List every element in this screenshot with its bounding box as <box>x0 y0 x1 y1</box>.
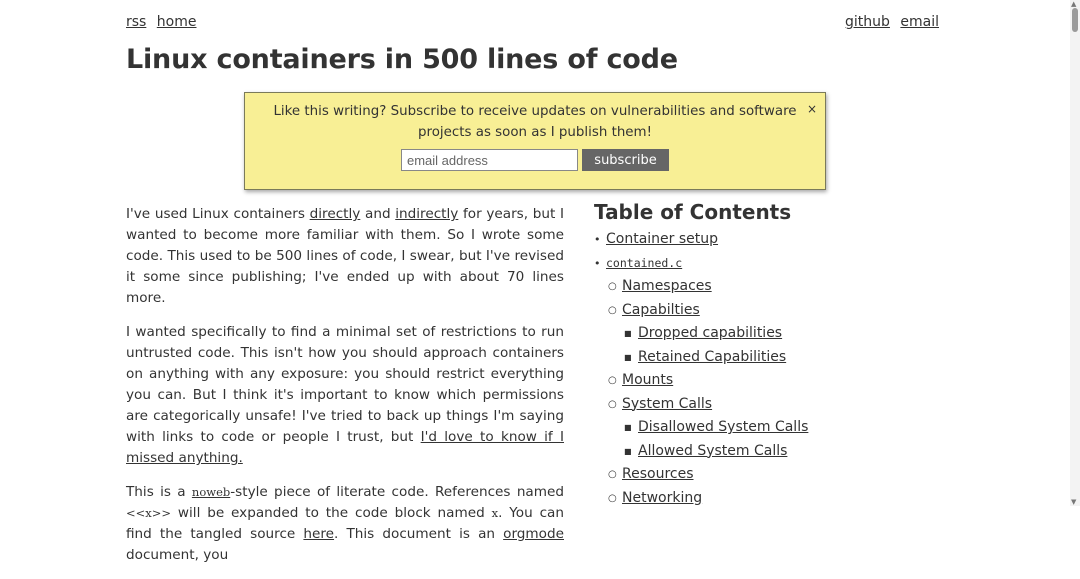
bullet-icon: ■ <box>624 423 632 432</box>
bullet-icon: ○ <box>608 281 617 292</box>
text: I've used Linux containers <box>126 206 310 222</box>
toc-item: ■ Retained Capabilities <box>594 346 934 370</box>
email-link[interactable]: email <box>900 14 939 30</box>
top-nav-right: github email <box>839 14 939 30</box>
bullet-icon: ○ <box>608 375 617 386</box>
scrollbar-thumb[interactable] <box>1072 8 1078 32</box>
bullet-icon: ■ <box>624 352 632 362</box>
table-of-contents: Table of Contents • Container setup • conta… <box>594 200 934 510</box>
home-link[interactable]: home <box>157 14 197 30</box>
bullet-icon: • <box>594 233 601 246</box>
close-icon[interactable]: × <box>807 99 817 120</box>
bullet-icon: • <box>594 256 601 270</box>
toc-item: • Container setup <box>594 228 934 252</box>
toc-link[interactable]: Disallowed System Calls <box>638 419 808 435</box>
bullet-icon: ○ <box>608 398 617 410</box>
bullet-icon: ■ <box>624 329 632 338</box>
text: -style piece of literate code. Reference… <box>230 484 564 500</box>
directly-link[interactable]: directly <box>310 206 361 222</box>
scroll-down-icon[interactable]: ▼ <box>1071 498 1076 506</box>
toc-item: ■ Disallowed System Calls <box>594 416 934 440</box>
here-link[interactable]: here <box>303 526 334 542</box>
top-nav: rss home github email <box>126 14 939 36</box>
paragraph-literate: This is a noweb-style piece of literate … <box>126 482 564 566</box>
toc-link[interactable]: Namespaces <box>622 278 712 294</box>
text: I wanted specifically to find a minimal … <box>126 324 564 445</box>
text: will be expanded to the code block named <box>171 505 492 521</box>
toc-link[interactable]: Mounts <box>622 372 673 388</box>
toc-item: ○ System Calls <box>594 393 934 417</box>
orgmode-link[interactable]: orgmode <box>503 526 564 542</box>
toc-item: ○ Resources <box>594 463 934 487</box>
toc-link[interactable]: Capabilties <box>622 302 700 318</box>
toc-link[interactable]: System Calls <box>622 396 712 412</box>
text: document, you <box>126 547 229 563</box>
toc-item: ○ Capabilties <box>594 299 934 323</box>
toc-link[interactable]: Networking <box>622 490 702 506</box>
bullet-icon: ○ <box>608 469 617 480</box>
toc-list: • Container setup • contained.c ○ Namespaces ○… <box>594 228 934 510</box>
indirectly-link[interactable]: indirectly <box>395 206 458 222</box>
rss-link[interactable]: rss <box>126 14 146 30</box>
scrollbar[interactable]: ▲ ▼ <box>1070 0 1080 506</box>
toc-link-label: contained.c <box>606 255 683 270</box>
toc-link[interactable]: Allowed System Calls <box>638 443 787 459</box>
text: . This document is an <box>334 526 504 542</box>
toc-heading: Table of Contents <box>594 200 792 224</box>
noweb-link[interactable]: noweb <box>192 485 230 499</box>
toc-link[interactable]: Retained Capabilities <box>638 349 786 365</box>
bullet-icon: ○ <box>608 304 617 316</box>
bullet-icon: ○ <box>608 492 617 504</box>
toc-item: ○ Mounts <box>594 369 934 393</box>
subscribe-form: subscribe <box>245 149 825 171</box>
text: This is a <box>126 484 192 500</box>
github-link[interactable]: github <box>845 14 890 30</box>
toc-item: • contained.c <box>594 252 934 276</box>
scroll-up-icon[interactable]: ▲ <box>1071 0 1076 8</box>
toc-link[interactable]: contained.c <box>606 255 682 271</box>
email-input[interactable] <box>401 149 578 171</box>
toc-link[interactable]: Container setup <box>606 231 718 247</box>
subscribe-popup: × Like this writing? Subscribe to receiv… <box>244 92 826 190</box>
article-body: I've used Linux containers directly and … <box>126 204 564 579</box>
toc-link[interactable]: Dropped capabilities <box>638 325 782 341</box>
bullet-icon: ■ <box>624 446 632 456</box>
toc-item: ○ Networking <box>594 487 934 511</box>
subscribe-button[interactable]: subscribe <box>582 149 669 171</box>
top-nav-left: rss home <box>126 14 203 30</box>
toc-item: ■ Dropped capabilities <box>594 322 934 346</box>
toc-item: ■ Allowed System Calls <box>594 440 934 464</box>
paragraph-restrictions: I wanted specifically to find a minimal … <box>126 322 564 469</box>
paragraph-intro: I've used Linux containers directly and … <box>126 204 564 309</box>
ref-example: <<x>> <box>126 506 172 520</box>
subscribe-message: Like this writing? Subscribe to receive … <box>273 104 797 140</box>
text: and <box>360 206 396 222</box>
page-title: Linux containers in 500 lines of code <box>126 44 678 75</box>
toc-link[interactable]: Resources <box>622 466 694 482</box>
toc-item: ○ Namespaces <box>594 275 934 299</box>
